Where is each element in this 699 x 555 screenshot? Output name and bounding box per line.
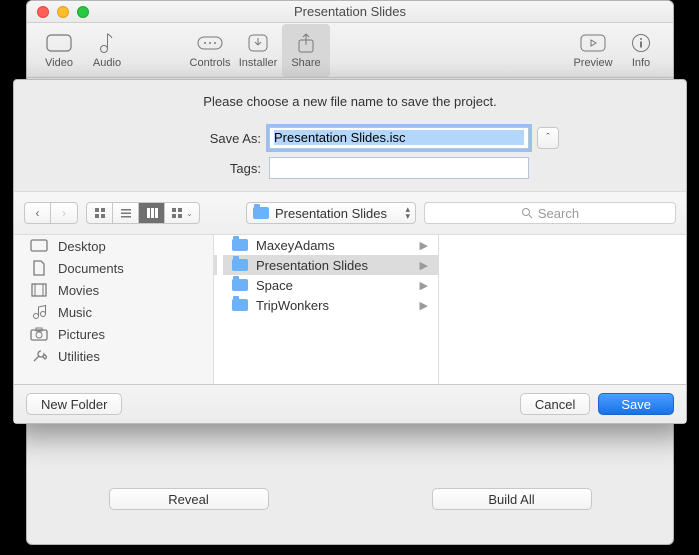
view-list-button[interactable] [113,203,139,223]
desktop-icon [30,238,48,254]
documents-icon [30,260,48,276]
toolbar-audio[interactable]: Audio [83,24,131,77]
saveas-input[interactable] [274,130,524,145]
sidebar-item-desktop[interactable]: Desktop [14,235,213,257]
search-icon [521,207,533,219]
audio-icon [93,31,121,55]
browser-column-2 [439,235,686,384]
view-mode-segment: ⌄ [86,202,200,224]
sheet-prompt: Please choose a new file name to save th… [14,80,686,119]
list-item[interactable]: TripWonkers▶ [214,295,438,315]
tags-input[interactable] [274,160,524,175]
folder-icon [232,239,248,251]
list-item[interactable]: Space▶ [214,275,438,295]
folder-icon [232,259,248,271]
music-icon [30,304,48,320]
folder-icon [232,299,248,311]
sheet-footer: New Folder Cancel Save [14,385,686,423]
sidebar: Desktop Documents Movies Music Pictures … [14,235,214,384]
sidebar-item-utilities[interactable]: Utilities [14,345,213,367]
share-icon [292,31,320,55]
chevron-up-icon: ˆ [546,132,550,144]
cancel-button[interactable]: Cancel [520,393,590,415]
titlebar: Presentation Slides [27,1,673,23]
sidebar-item-pictures[interactable]: Pictures [14,323,213,345]
expand-button[interactable]: ˆ [537,127,559,149]
updown-icon: ▴▾ [405,206,410,220]
video-icon [45,31,73,55]
window-title: Presentation Slides [27,4,673,19]
saveas-label: Save As: [141,131,261,146]
search-field[interactable]: Search [424,202,676,224]
toolbar-controls[interactable]: Controls [186,24,234,77]
location-popup[interactable]: Presentation Slides ▴▾ [246,202,416,224]
toolbar-info[interactable]: Info [617,24,665,77]
view-columns-button[interactable] [139,203,165,223]
back-button[interactable]: ‹ [25,203,51,223]
tags-field[interactable] [269,157,529,179]
app-window: Presentation Slides Video Audio Controls… [26,0,674,545]
browser-toolbar: ‹ › ⌄ Presentation Slides ▴▾ Search [14,191,686,235]
save-button[interactable]: Save [598,393,674,415]
main-toolbar: Video Audio Controls Installer Share Pre… [27,23,673,78]
toolbar-installer[interactable]: Installer [234,24,282,77]
toolbar-video[interactable]: Video [35,24,83,77]
chevron-right-icon: ▶ [420,239,428,252]
view-gallery-button[interactable]: ⌄ [165,203,199,223]
chevron-right-icon: ▶ [420,279,428,292]
toolbar-share[interactable]: Share [282,24,330,77]
pictures-icon [30,326,48,342]
browser-column-1: MaxeyAdams▶ Presentation Slides▶ Space▶ … [214,235,439,384]
sidebar-item-documents[interactable]: Documents [14,257,213,279]
info-icon [627,31,655,55]
saveas-field[interactable] [269,127,529,149]
new-folder-button[interactable]: New Folder [26,393,122,415]
installer-icon [244,31,272,55]
folder-icon [253,207,269,219]
build-all-button[interactable]: Build All [432,488,592,510]
save-sheet: Please choose a new file name to save th… [13,79,687,424]
toolbar-preview[interactable]: Preview [569,24,617,77]
chevron-right-icon: ▶ [420,259,428,272]
sidebar-item-music[interactable]: Music [14,301,213,323]
view-icons-button[interactable] [87,203,113,223]
utilities-icon [30,348,48,364]
preview-icon [579,31,607,55]
forward-button[interactable]: › [51,203,77,223]
chevron-right-icon: ▶ [420,299,428,312]
nav-back-forward: ‹ › [24,202,78,224]
folder-icon [232,279,248,291]
controls-icon [196,31,224,55]
file-browser: Desktop Documents Movies Music Pictures … [14,235,686,385]
sidebar-item-movies[interactable]: Movies [14,279,213,301]
movies-icon [30,282,48,298]
list-item[interactable]: Presentation Slides▶ [214,255,438,275]
tags-label: Tags: [141,161,261,176]
reveal-button[interactable]: Reveal [109,488,269,510]
list-item[interactable]: MaxeyAdams▶ [214,235,438,255]
